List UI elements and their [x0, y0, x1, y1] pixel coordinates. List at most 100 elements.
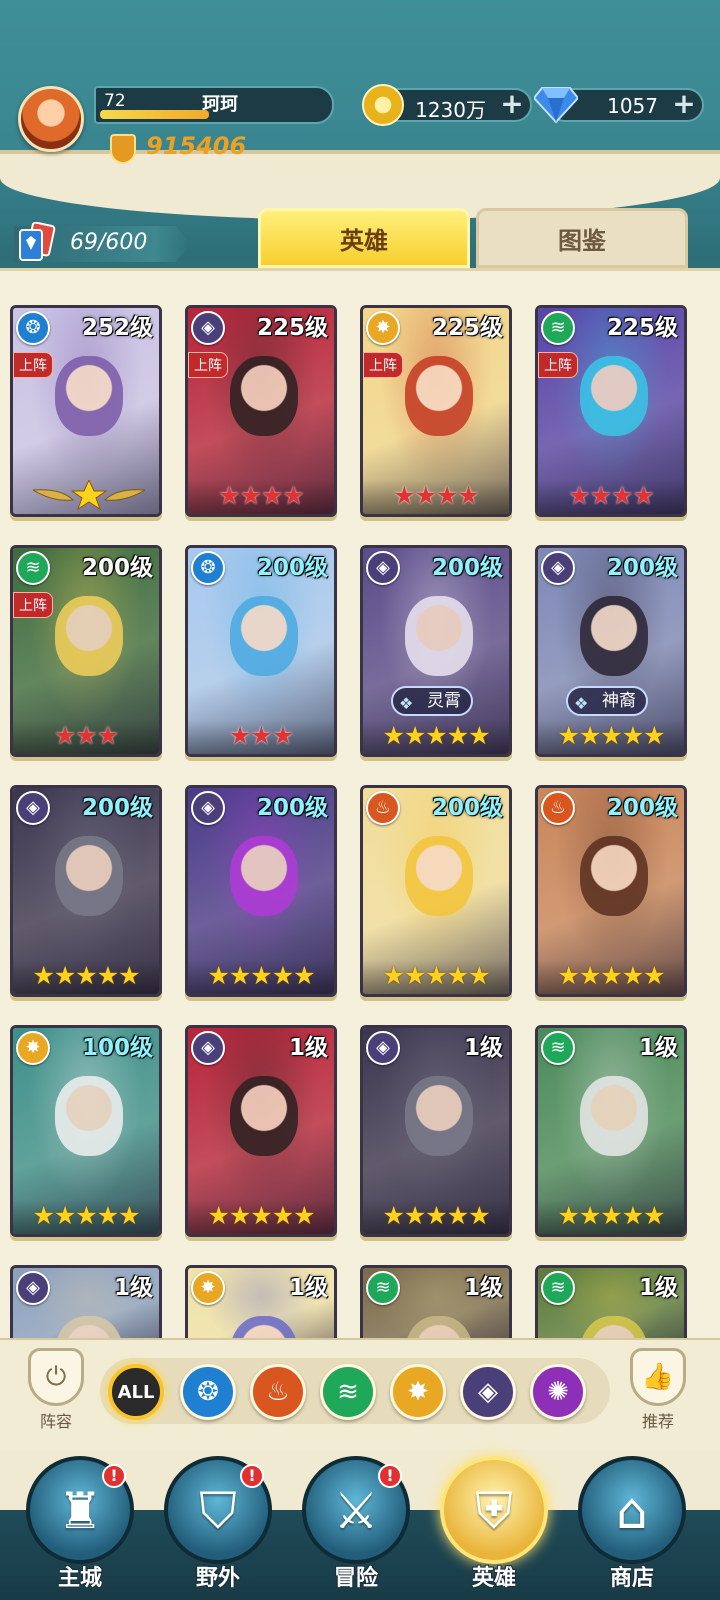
- nav-icon-circle: ⌂: [578, 1456, 686, 1564]
- tab-codex[interactable]: 图鉴: [476, 208, 688, 268]
- hero-card[interactable]: ≋ 1级: [535, 1265, 687, 1338]
- hero-card[interactable]: ✸ 225级 上阵 ★★★★: [360, 305, 512, 517]
- hero-card[interactable]: ◈ 1级: [10, 1265, 162, 1338]
- hero-card[interactable]: ❂ 200级 ★★★: [185, 545, 337, 757]
- player-level-bar: 72 珂珂: [94, 86, 334, 124]
- star-icon: ★: [32, 961, 54, 990]
- nav-item-2[interactable]: ⚔! 冒险: [298, 1456, 414, 1596]
- filter-void-button[interactable]: ✺: [530, 1364, 586, 1420]
- hero-card[interactable]: ♨ 200级 ★★★★★: [360, 785, 512, 997]
- hero-figure: [55, 836, 123, 916]
- star-icon: ★: [32, 1201, 54, 1230]
- star-icon: ★: [446, 721, 469, 750]
- star-rating: ★★★★★: [363, 720, 509, 754]
- star-icon: ★: [468, 721, 490, 750]
- hero-title-tag: ❖ 灵霄: [391, 686, 473, 716]
- star-icon: ★: [96, 1201, 119, 1230]
- star-rating: ★★★★★: [538, 960, 684, 994]
- water-element-icon: ❂: [191, 551, 225, 585]
- hero-level: 1级: [288, 1035, 328, 1061]
- add-gold-plus-icon[interactable]: +: [500, 90, 524, 118]
- hero-card[interactable]: ◈ 200级 ★★★★★: [185, 785, 337, 997]
- star-icon: ★: [382, 721, 404, 750]
- hero-card[interactable]: ≋ 225级 上阵 ★★★★: [535, 305, 687, 517]
- star-icon: ★: [53, 721, 76, 750]
- filter-fire-button[interactable]: ♨: [250, 1364, 306, 1420]
- lineup-label: 阵容: [39, 1412, 72, 1431]
- hero-figure: [55, 1076, 123, 1156]
- star-rating: ★★★★: [363, 480, 509, 514]
- recommend-button[interactable]: 👍 推荐: [620, 1348, 696, 1448]
- filter-wind-button[interactable]: ≋: [320, 1364, 376, 1420]
- hero-level: 1级: [113, 1275, 153, 1301]
- star-icon: ★: [271, 961, 294, 990]
- hero-figure: [405, 1316, 473, 1338]
- light-element-icon: ✸: [366, 311, 400, 345]
- wind-element-icon: ≋: [541, 311, 575, 345]
- star-icon: ★: [557, 961, 579, 990]
- hero-card[interactable]: ♨ 200级 ★★★★★: [535, 785, 687, 997]
- deployed-badge: 上阵: [188, 352, 228, 378]
- hero-figure: [230, 596, 298, 676]
- hero-card[interactable]: ◈ 200级 ❖ 神裔 ★★★★★: [535, 545, 687, 757]
- star-icon: ★: [578, 961, 601, 990]
- star-icon: ★: [271, 1201, 294, 1230]
- notification-badge: !: [240, 1464, 264, 1488]
- star-icon: ★: [403, 961, 426, 990]
- star-rating: ★★★★★: [188, 960, 334, 994]
- star-icon: ★: [425, 721, 447, 750]
- hero-card[interactable]: ◈ 200级 ★★★★★: [10, 785, 162, 997]
- element-filter-bar: ⏻ 阵容 ALL ❂ ♨ ≋ ✸ ◈ ✺ 👍 推荐: [0, 1338, 720, 1450]
- hero-figure: [580, 1316, 648, 1338]
- tab-heroes[interactable]: 英雄: [258, 208, 470, 268]
- hero-figure: [230, 836, 298, 916]
- hero-card[interactable]: ◈ 225级 上阵 ★★★★: [185, 305, 337, 517]
- hero-level: 252级: [81, 315, 153, 341]
- hero-level: 1级: [463, 1275, 503, 1301]
- star-icon: ★: [468, 961, 490, 990]
- hero-title-text: 灵霄: [427, 691, 461, 711]
- hero-card[interactable]: ✸ 100级 ★★★★★: [10, 1025, 162, 1237]
- hero-card[interactable]: ≋ 200级 上阵 ★★★: [10, 545, 162, 757]
- hero-card[interactable]: ◈ 1级 ★★★★★: [185, 1025, 337, 1237]
- filter-water-button[interactable]: ❂: [180, 1364, 236, 1420]
- nav-item-0[interactable]: ♜! 主城: [22, 1456, 138, 1596]
- hero-figure: [230, 1076, 298, 1156]
- nav-item-3[interactable]: ⛨ 英雄: [436, 1456, 552, 1596]
- hero-card[interactable]: ❂ 252级 上阵: [10, 305, 162, 517]
- hero-card[interactable]: ◈ 1级 ★★★★★: [360, 1025, 512, 1237]
- dark-element-icon: ◈: [541, 551, 575, 585]
- filter-all-button[interactable]: ALL: [108, 1364, 164, 1420]
- star-rating: ★★★: [188, 720, 334, 754]
- lineup-button[interactable]: ⏻ 阵容: [18, 1348, 94, 1448]
- hero-card[interactable]: ◈ 200级 ❖ 灵霄 ★★★★★: [360, 545, 512, 757]
- star-icon: ★: [403, 1201, 426, 1230]
- star-icon: ★: [600, 961, 622, 990]
- star-icon: ★: [118, 1201, 140, 1230]
- star-icon: ★: [53, 1201, 76, 1230]
- hero-title-text: 神裔: [602, 691, 636, 711]
- hero-figure: [580, 356, 648, 436]
- hero-level: 225级: [431, 315, 503, 341]
- hero-card[interactable]: ≋ 1级 ★★★★★: [535, 1025, 687, 1237]
- hero-level: 200级: [256, 795, 328, 821]
- filter-light-button[interactable]: ✸: [390, 1364, 446, 1420]
- star-icon: ★: [578, 721, 601, 750]
- star-icon: ★: [282, 481, 304, 510]
- star-rating: ★★★★★: [13, 960, 159, 994]
- star-icon: ★: [600, 721, 622, 750]
- player-avatar[interactable]: [18, 86, 84, 152]
- star-icon: ★: [643, 1201, 665, 1230]
- hero-figure: [405, 356, 473, 436]
- add-gems-plus-icon[interactable]: +: [672, 90, 696, 118]
- star-rating: ★★★★★: [363, 1200, 509, 1234]
- nav-item-4[interactable]: ⌂ 商店: [574, 1456, 690, 1596]
- star-icon: ★: [621, 961, 644, 990]
- hero-card[interactable]: ≋ 1级: [360, 1265, 512, 1338]
- hero-card[interactable]: ✸ 1级: [185, 1265, 337, 1338]
- notification-badge: !: [102, 1464, 126, 1488]
- star-icon: ★: [228, 721, 251, 750]
- filter-dark-button[interactable]: ◈: [460, 1364, 516, 1420]
- nav-item-1[interactable]: ⛉! 野外: [160, 1456, 276, 1596]
- hero-figure: [55, 1316, 123, 1338]
